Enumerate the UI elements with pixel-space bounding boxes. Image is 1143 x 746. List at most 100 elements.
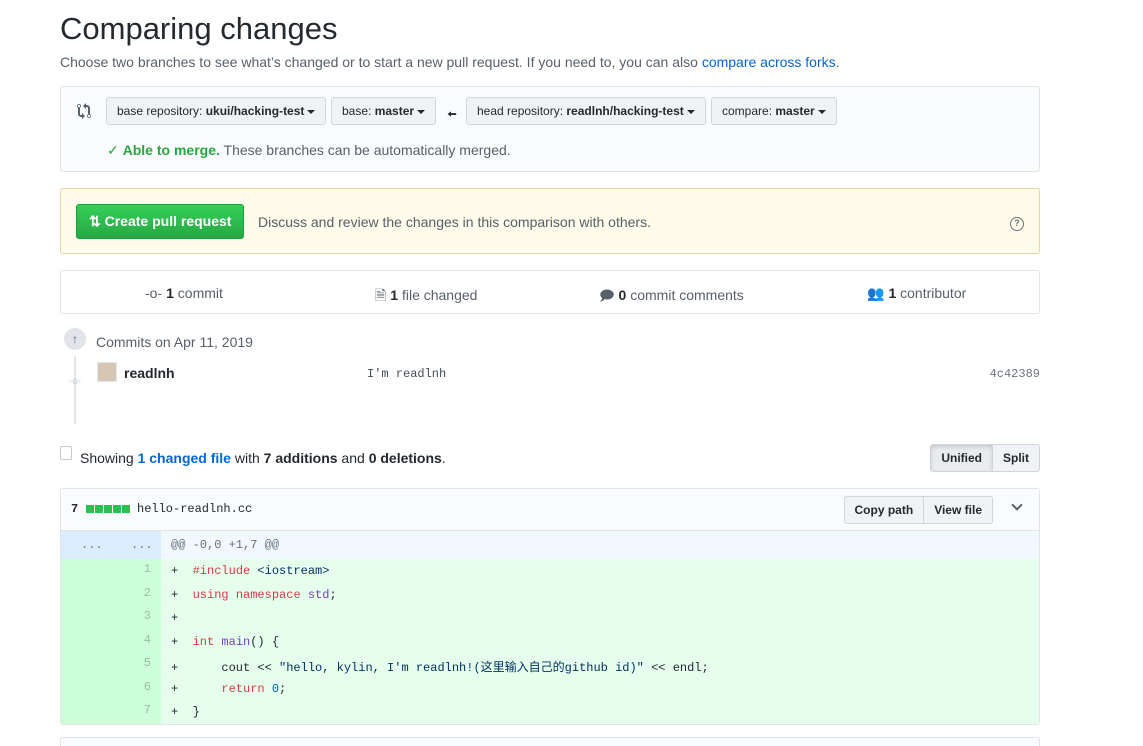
line-number[interactable]: 6: [144, 680, 151, 694]
diff-code: + cout << "hello, kylin, I'm readlnh!(这里…: [171, 661, 709, 675]
file-diff: 7 hello-readlnh.cc Copy path View file .…: [60, 488, 1040, 725]
base-repository-select[interactable]: base repository: ukui/hacking-test: [106, 97, 327, 125]
diffstat-count: 7: [71, 502, 79, 516]
next-section: [60, 737, 1040, 746]
numbers-summary: -o- 1 commit 🗎 1 file changed 🗩 0 commit co…: [60, 270, 1040, 314]
file-diff-icon: [60, 446, 72, 460]
diff-line: 6 + return 0;: [61, 676, 1039, 700]
merge-text: These branches can be automatically merg…: [219, 142, 511, 158]
caret-down-icon: [417, 109, 426, 114]
pr-description: Discuss and review the changes in this c…: [258, 214, 651, 230]
commit-dot-icon: -o-: [69, 376, 82, 387]
comment-icon: 🗩: [599, 287, 615, 303]
people-icon: 👥: [867, 285, 885, 301]
caret-down-icon: [817, 109, 826, 114]
question-icon[interactable]: ?: [1010, 217, 1024, 231]
create-pr-label: Create pull request: [104, 213, 232, 229]
compare-value: master: [775, 104, 815, 118]
diff-line: 4 + int main() {: [61, 629, 1039, 653]
commit-author-link[interactable]: readlnh: [124, 365, 175, 381]
toc-deletions: 0 deletions: [368, 450, 442, 466]
diff-code: + int main() {: [171, 634, 280, 649]
toc-showing: Showing: [80, 450, 138, 466]
head-repository-select[interactable]: head repository: readlnh/hacking-test: [466, 97, 706, 125]
contributors-count[interactable]: 👥 1 contributor: [867, 285, 966, 302]
hunk-expand[interactable]: ......: [61, 531, 161, 559]
page-title: Comparing changes: [60, 11, 338, 46]
files-changed-count[interactable]: 🗎 1 file changed: [375, 285, 477, 309]
merge-ok-label: Able to merge.: [122, 142, 220, 158]
base-branch-select[interactable]: base: master: [331, 97, 437, 125]
diff-summary: Showing 1 changed file with 7 additions …: [80, 450, 446, 466]
hunk-left-dots: ...: [81, 538, 103, 552]
diffstat-blocks: [86, 505, 131, 513]
diff-line: 3 +: [61, 606, 1039, 630]
diff-code: + return 0;: [171, 681, 287, 696]
compare-branch-select[interactable]: compare: master: [711, 97, 837, 125]
git-compare-icon: [77, 103, 91, 119]
commit-comments-count[interactable]: 🗩 0 commit comments: [599, 285, 744, 309]
git-pull-request-icon: ⇅: [89, 213, 101, 229]
copy-path-button[interactable]: Copy path: [843, 496, 925, 524]
diff-line: 1 + #include <iostream>: [61, 559, 1039, 583]
base-repo-value: ukui/hacking-test: [205, 104, 305, 118]
line-number[interactable]: 1: [144, 562, 151, 576]
hunk-right-dots: ...: [131, 538, 153, 552]
check-icon: ✓: [107, 142, 119, 158]
merge-status: ✓ Able to merge. These branches can be a…: [107, 142, 511, 159]
file-actions: Copy path View file: [843, 496, 993, 524]
diff-toc-bar: Showing 1 changed file with 7 additions …: [60, 444, 1040, 474]
toc-and: and: [337, 450, 369, 466]
toc-additions: 7 additions: [263, 450, 338, 466]
commits-number: 1: [166, 285, 174, 301]
head-repo-label: head repository:: [477, 104, 567, 118]
create-pr-banner: ⇅ Create pull request Discuss and review…: [60, 188, 1040, 254]
commit-sha-link[interactable]: 4c42389: [990, 367, 1040, 381]
line-number[interactable]: 4: [144, 633, 151, 647]
caret-down-icon: [686, 109, 695, 114]
compare-label: compare:: [722, 104, 776, 118]
commit-message-link[interactable]: I'm readlnh: [367, 367, 446, 381]
diff-line: 5 + cout << "hello, kylin, I'm readlnh!(这…: [61, 653, 1039, 677]
line-number[interactable]: 7: [144, 703, 151, 717]
comments-label: commit comments: [626, 287, 744, 303]
line-number[interactable]: 5: [144, 656, 151, 670]
toc-with: with: [230, 450, 264, 466]
unified-view-button[interactable]: Unified: [930, 444, 993, 472]
base-repo-label: base repository:: [117, 104, 206, 118]
chevron-down-icon[interactable]: [1011, 499, 1023, 511]
diff-line: 7 + }: [61, 700, 1039, 724]
create-pull-request-button[interactable]: ⇅ Create pull request: [76, 204, 245, 239]
page-subtitle: Choose two branches to see what’s change…: [60, 54, 1040, 70]
compare-page: Comparing changes Choose two branches to…: [60, 0, 1040, 725]
toc-end: .: [441, 450, 446, 466]
view-file-button[interactable]: View file: [924, 496, 993, 524]
hunk-header-text: @@ -0,0 +1,7 @@: [171, 538, 280, 552]
avatar[interactable]: [97, 362, 117, 382]
commits-count[interactable]: -o- 1 commit: [145, 285, 223, 301]
split-view-button[interactable]: Split: [993, 444, 1040, 472]
subtitle-text: Choose two branches to see what’s change…: [60, 54, 702, 70]
arrow-left-icon: 🠨: [447, 107, 457, 121]
caret-down-icon: [307, 109, 316, 114]
diff-code: + }: [171, 705, 200, 719]
range-editor: base repository: ukui/hacking-test base:…: [60, 86, 1040, 172]
base-label: base:: [342, 104, 375, 118]
contributors-label: contributor: [896, 285, 967, 301]
line-number[interactable]: 2: [144, 586, 151, 600]
diff-code: + using namespace std;: [171, 587, 337, 602]
repo-push-icon: ↑: [62, 326, 88, 352]
compare-across-forks-link[interactable]: compare across forks: [702, 54, 836, 70]
diff-code: +: [171, 611, 193, 625]
commits-date-heading: Commits on Apr 11, 2019: [96, 334, 253, 350]
hunk-header: ...... @@ -0,0 +1,7 @@: [61, 531, 1039, 559]
diff-view-toggle: Unified Split: [930, 444, 1040, 472]
line-number[interactable]: 3: [144, 609, 151, 623]
changed-files-link[interactable]: 1 changed file: [138, 450, 231, 466]
diff-code: + #include <iostream>: [171, 564, 330, 578]
files-number: 1: [390, 287, 399, 303]
timeline-line: [74, 356, 76, 424]
head-repo-value: readlnh/hacking-test: [566, 104, 684, 118]
file-name[interactable]: hello-readlnh.cc: [137, 502, 252, 516]
commit-icon: -o-: [145, 285, 163, 301]
